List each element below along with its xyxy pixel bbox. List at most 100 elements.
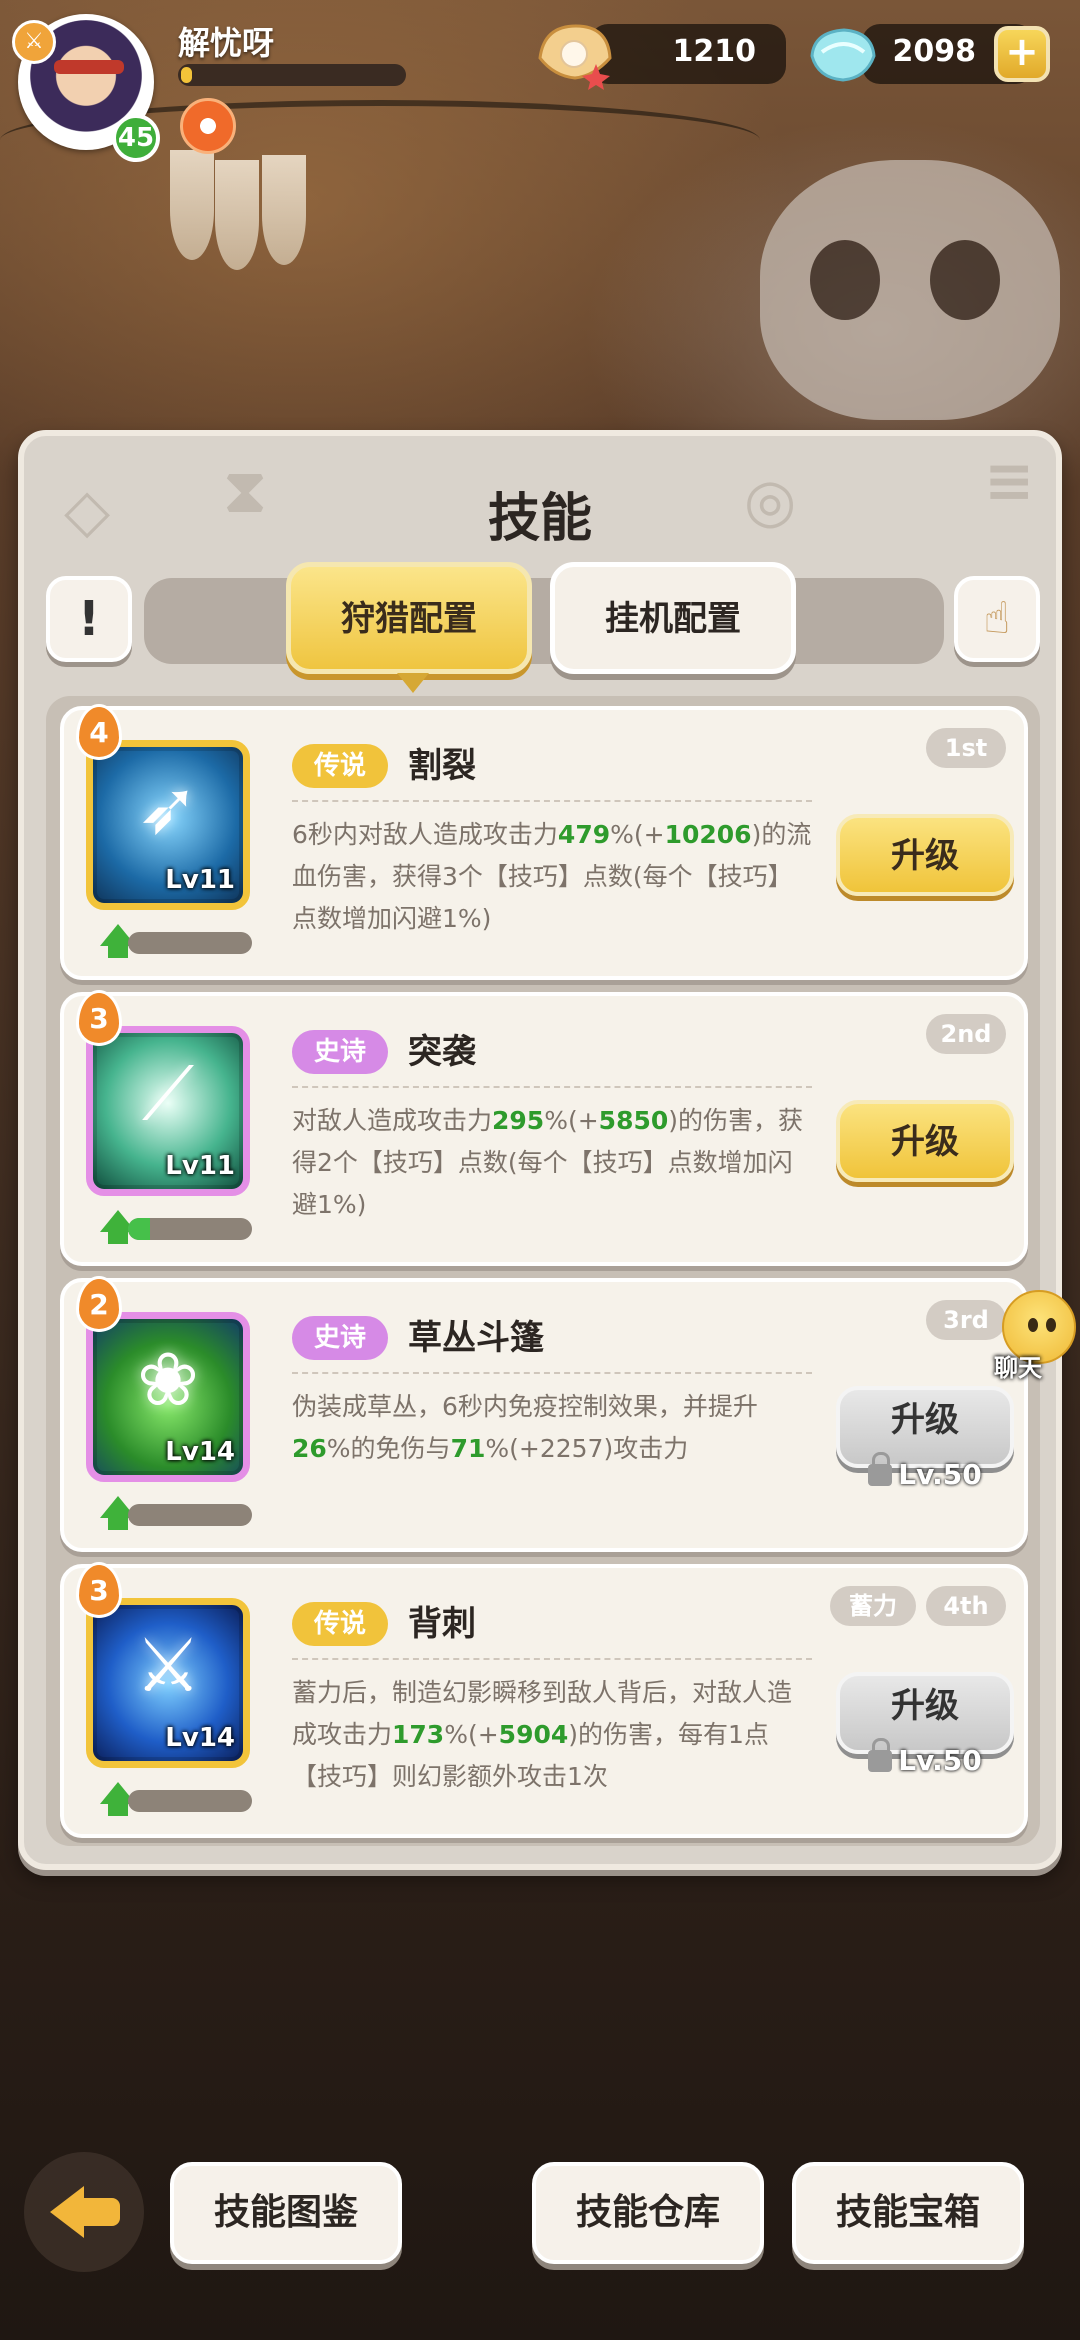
desc-text: 伪装成草丛，6秒内免疫控制效果，并提升 (292, 1392, 758, 1421)
skill-storage-button[interactable]: 技能仓库 (532, 2162, 764, 2264)
upgrade-button[interactable]: 升级 (836, 1100, 1014, 1182)
skill-name: 草丛斗篷 (408, 1318, 544, 1358)
skill-name: 突袭 (408, 1032, 476, 1072)
rarity-badge: 传说 (292, 1602, 388, 1646)
skill-icon-level: Lv14 (165, 1723, 235, 1753)
desc-highlight: 173 (392, 1720, 445, 1749)
gem-currency-value: 2098 (892, 34, 977, 69)
back-arrow-icon-tail (82, 2198, 120, 2226)
add-currency-button[interactable]: + (994, 26, 1050, 82)
tab-hunting-config[interactable]: 狩猎配置 (286, 562, 532, 693)
skill-icon[interactable]: ⟋ Lv11 (86, 1026, 250, 1196)
rarity-badge: 传说 (292, 744, 388, 788)
skill-name: 背刺 (408, 1604, 476, 1644)
background-tooth (215, 160, 259, 270)
desc-text: %(+ (444, 1720, 499, 1749)
page-title: 技能 (487, 489, 592, 549)
info-button[interactable]: ! (46, 576, 132, 662)
skill-description: 伪装成草丛，6秒内免疫控制效果，并提升 26%的免伤与71%(+2257)攻击力 (292, 1386, 812, 1470)
tab-idle-config[interactable]: 挂机配置 (550, 562, 796, 674)
desc-highlight: 10206 (664, 820, 752, 849)
divider (292, 800, 812, 802)
skill-progress-bar (128, 932, 252, 954)
desc-highlight: 479 (557, 820, 611, 849)
skill-art-icon: ❀ (136, 1337, 199, 1423)
skill-rank-badge: 4th (926, 1586, 1006, 1626)
skill-list: ➶ Lv11 4 传说 割裂 6秒内对敌人造成攻击力479%(+10206)的流血伤害，获… (46, 696, 1040, 1846)
background-tooth (262, 155, 306, 265)
title-badge-icon[interactable] (180, 98, 236, 154)
chat-label: 聊天 (994, 1354, 1042, 1382)
divider (292, 1658, 812, 1660)
player-level-badge: 45 (112, 114, 160, 162)
xp-bar (178, 64, 406, 86)
skill-art-icon: ⚔ (134, 1623, 202, 1709)
skill-rank-badge: 3rd (926, 1300, 1006, 1340)
skill-progress-bar (128, 1504, 252, 1526)
lock-level-text: Lv.50 (898, 1744, 982, 1777)
rarity-badge: 史诗 (292, 1316, 388, 1360)
skill-rank-badge: 1st (926, 728, 1006, 768)
pointing-hand-icon[interactable]: ☝ (954, 576, 1040, 662)
skill-codex-button[interactable]: 技能图鉴 (170, 2162, 402, 2264)
skill-icon-level: Lv14 (165, 1437, 235, 1467)
player-name: 解忧呀 (178, 24, 275, 62)
divider (292, 1372, 812, 1374)
lock-requirement: Lv.50 (836, 1452, 1014, 1498)
skill-icon[interactable]: ➶ Lv11 (86, 740, 250, 910)
skill-progress-bar (128, 1218, 252, 1240)
skill-description: 蓄力后，制造幻影瞬移到敌人背后，对敌人造成攻击力173%(+5904)的伤害，每… (292, 1672, 812, 1798)
skill-description: 6秒内对敌人造成攻击力479%(+10206)的流血伤害，获得3个【技巧】点数(… (292, 814, 812, 940)
skill-name: 割裂 (408, 746, 476, 786)
skill-card[interactable]: ⟋ Lv11 3 史诗 突袭 对敌人造成攻击力295%(+5850)的伤害，获得2个【技巧… (60, 990, 1028, 1266)
skill-progress-fill (128, 1218, 151, 1240)
xp-bar-fill (181, 67, 193, 83)
skill-description: 对敌人造成攻击力295%(+5850)的伤害，获得2个【技巧】点数(每个【技巧】… (292, 1100, 812, 1226)
desc-text: %的免伤与 (326, 1434, 451, 1463)
tab-track (144, 578, 944, 664)
skill-progress-bar (128, 1790, 252, 1812)
desc-text: 6秒内对敌人造成攻击力 (292, 820, 558, 849)
upgrade-arrow-icon-stem (108, 1802, 128, 1816)
skill-star-badge: 3 (76, 990, 122, 1046)
desc-highlight: 5850 (598, 1106, 669, 1135)
upgrade-button[interactable]: 升级 (836, 1386, 1014, 1468)
skill-icon-level: Lv11 (165, 865, 235, 895)
lock-level-text: Lv.50 (898, 1458, 982, 1491)
shell-currency: 1210 (590, 24, 786, 84)
shell-pearl-icon (538, 24, 612, 90)
skill-card[interactable]: ❀ Lv14 2 史诗 草丛斗篷伪装成草丛，6秒内免疫控制效果，并提升 26%的免伤与71… (60, 1276, 1028, 1552)
upgrade-arrow-icon-stem (108, 944, 128, 958)
skill-card[interactable]: ⚔ Lv14 3 传说 背刺蓄力后，制造幻影瞬移到敌人背后，对敌人造成攻击力173%(+… (60, 1562, 1028, 1838)
lock-requirement: Lv.50 (836, 1738, 1014, 1784)
skill-star-badge: 4 (76, 704, 122, 760)
crossed-swords-icon: ⚔ (12, 20, 56, 64)
back-arrow-icon (50, 2186, 84, 2238)
back-button[interactable] (24, 2152, 144, 2272)
skill-star-badge: 2 (76, 1276, 122, 1332)
shell-currency-value: 1210 (672, 34, 757, 69)
desc-text: 对敌人造成攻击力 (292, 1106, 493, 1135)
background-skull (760, 160, 1060, 420)
desc-highlight: 71 (450, 1434, 486, 1463)
skill-icon[interactable]: ⚔ Lv14 (86, 1598, 250, 1768)
divider (292, 1086, 812, 1088)
upgrade-button[interactable]: 升级 (836, 1672, 1014, 1754)
upgrade-button[interactable]: 升级 (836, 814, 1014, 896)
avatar-headband (54, 60, 124, 74)
desc-text: %(+ (544, 1106, 599, 1135)
desc-highlight: 26 (292, 1434, 327, 1463)
skill-icon[interactable]: ❀ Lv14 (86, 1312, 250, 1482)
skill-card[interactable]: ➶ Lv11 4 传说 割裂 6秒内对敌人造成攻击力479%(+10206)的流血伤害，获… (60, 704, 1028, 980)
skill-art-icon: ⟋ (142, 1051, 194, 1137)
crystal-gem-icon (810, 28, 876, 82)
background-tooth (170, 150, 214, 260)
desc-text: %(+ (610, 820, 665, 849)
lock-icon (868, 1738, 893, 1772)
skills-panel: ◇ ⧗ ◎ ≡ 技能 ! 狩猎配置 挂机配置 ☝ ➶ Lv11 4 传说 割裂 6秒内对敌… (18, 430, 1062, 1870)
skill-art-icon: ➶ (136, 765, 199, 851)
skill-star-badge: 3 (76, 1562, 122, 1618)
upgrade-arrow-icon-stem (108, 1516, 128, 1530)
lock-icon (868, 1452, 893, 1486)
skill-chest-button[interactable]: 技能宝箱 (792, 2162, 1024, 2264)
